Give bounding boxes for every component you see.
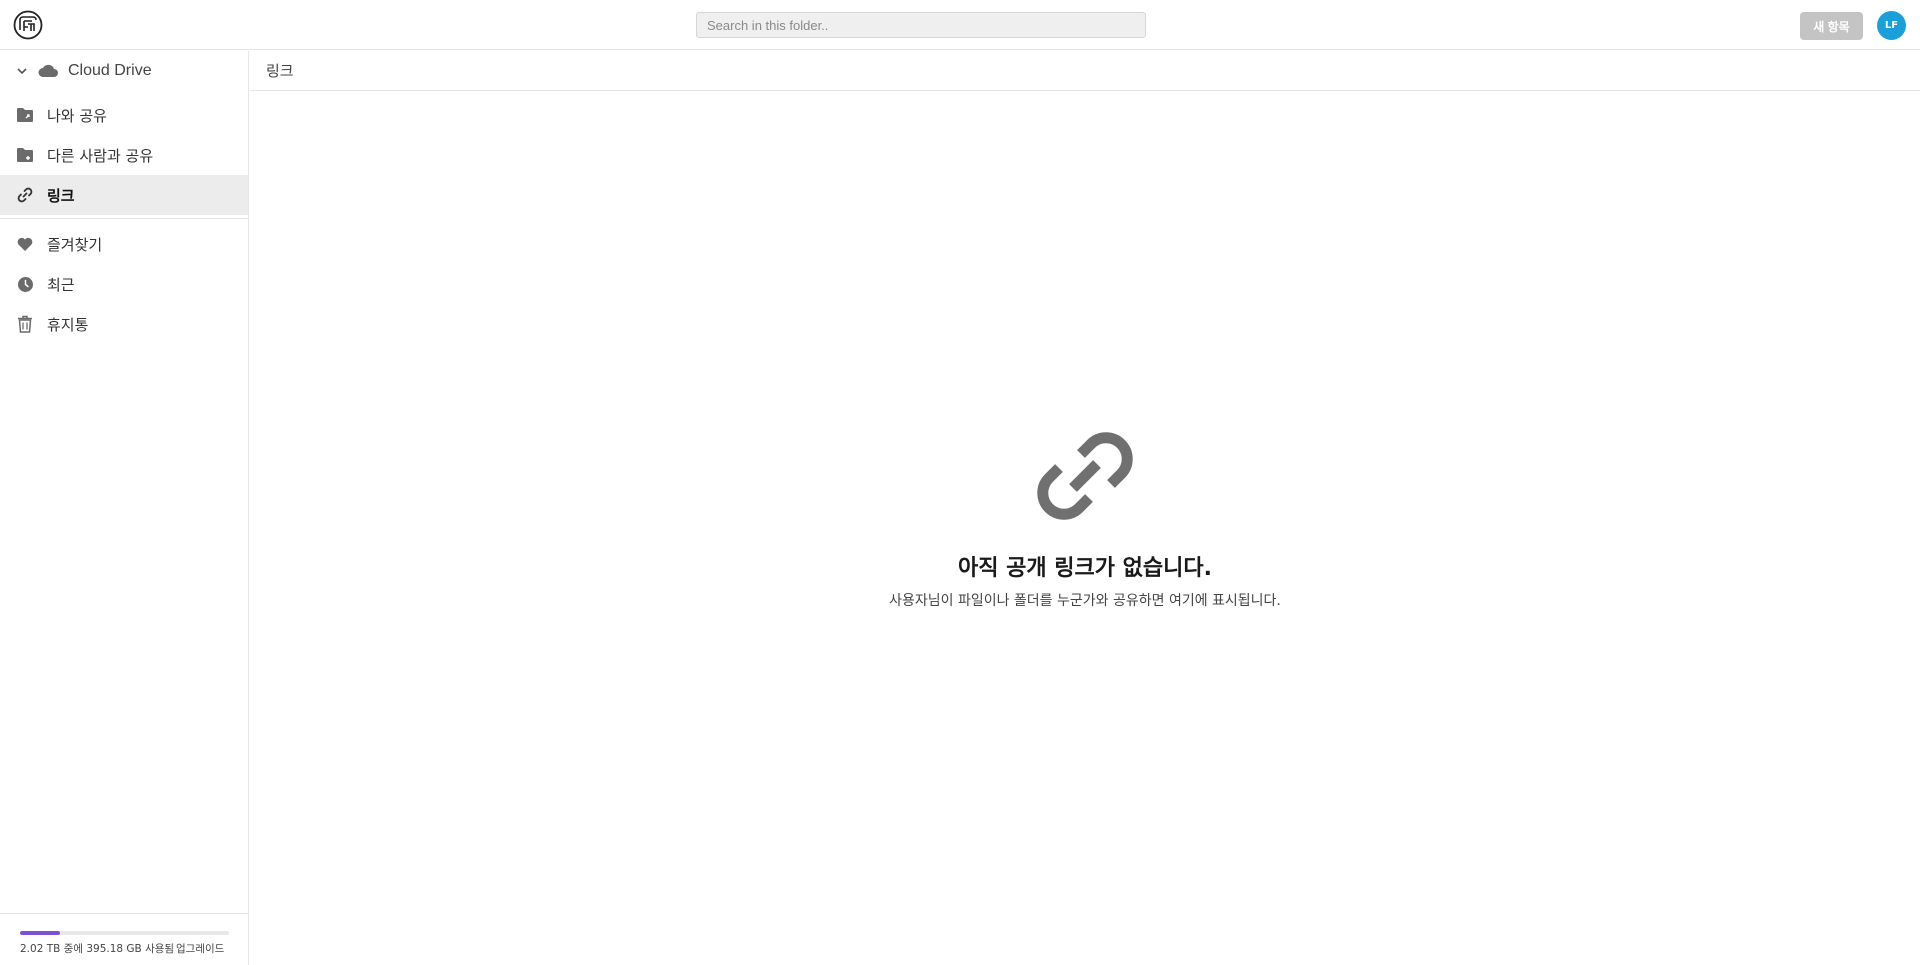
sidebar-item-label: 나와 공유 [47,106,107,125]
quota-text: 2.02 TB 중에 395.18 GB 사용됨 [20,943,175,955]
quota-progress-bar [20,931,229,935]
sidebar-item-label: 링크 [47,186,75,205]
top-bar: 새 항목 LF [0,0,1920,50]
main-header: 링크 [250,51,1920,91]
new-item-button[interactable]: 새 항목 [1800,12,1863,40]
sidebar-root-cloud-drive[interactable]: Cloud Drive [0,51,248,91]
sidebar-item-recent[interactable]: 최근 [0,264,248,304]
sidebar-item-trash[interactable]: 휴지통 [0,304,248,344]
trash-icon [16,315,34,333]
sidebar-item-label: 다른 사람과 공유 [47,146,154,165]
clock-icon [16,275,34,293]
search-input[interactable] [696,12,1146,38]
storage-quota: 2.02 TB 중에 395.18 GB 사용됨 업그레이드 [0,913,248,965]
sidebar-item-shared-with-others[interactable]: 다른 사람과 공유 [0,135,248,175]
sidebar-item-label: 최근 [47,275,75,294]
sidebar-item-links[interactable]: 링크 [0,175,248,215]
sidebar-item-label: 즐겨찾기 [47,235,103,254]
avatar[interactable]: LF [1877,11,1906,40]
sidebar-root-label: Cloud Drive [68,62,152,79]
empty-state-subtitle: 사용자님이 파일이나 폴더를 누군가와 공유하면 여기에 표시됩니다. [889,593,1281,609]
sidebar-item-favorites[interactable]: 즐겨찾기 [0,224,248,264]
link-icon [16,186,34,204]
sidebar-divider [0,218,248,219]
upgrade-link[interactable]: 업그레이드 [176,941,224,956]
breadcrumb: 링크 [266,62,294,80]
shared-folder-icon [16,146,34,164]
sidebar-item-label: 휴지통 [47,315,89,334]
empty-state-title: 아직 공개 링크가 없습니다. [958,556,1212,581]
shared-folder-icon [16,106,34,124]
empty-state: 아직 공개 링크가 없습니다. 사용자님이 파일이나 폴더를 누군가와 공유하면… [250,420,1920,610]
link-icon [1037,432,1133,520]
heart-icon [16,235,34,253]
chevron-down-icon[interactable] [15,64,29,78]
cloud-icon [38,64,58,77]
quota-progress-fill [20,931,60,935]
sidebar: Cloud Drive 나와 공유 다른 사람과 공유 링크 즐겨찾기 최근 휴… [0,51,249,965]
sidebar-item-shared-with-me[interactable]: 나와 공유 [0,95,248,135]
app-logo-icon[interactable] [13,10,43,40]
